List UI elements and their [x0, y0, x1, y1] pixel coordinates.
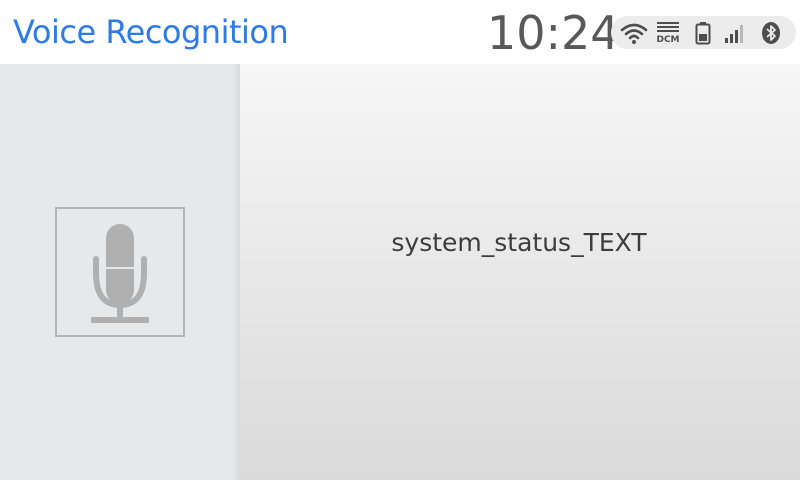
status-tray: DCM [611, 16, 796, 49]
clock: 10:24 [487, 6, 620, 60]
microphone-icon [91, 224, 149, 323]
battery-icon [693, 20, 713, 46]
microphone-button[interactable] [55, 207, 185, 337]
main-panel: system_status_TEXT [240, 64, 800, 480]
dcm-label: DCM [656, 34, 680, 45]
app-title: Voice Recognition [13, 13, 289, 51]
system-status-text: system_status_TEXT [391, 228, 647, 257]
header-bar: Voice Recognition 10:24 DCM [0, 0, 800, 64]
signal-icon [723, 20, 747, 46]
dcm-icon: DCM [654, 20, 682, 46]
voice-side-panel [0, 64, 240, 480]
wifi-icon [619, 20, 649, 46]
bluetooth-icon [759, 20, 783, 46]
